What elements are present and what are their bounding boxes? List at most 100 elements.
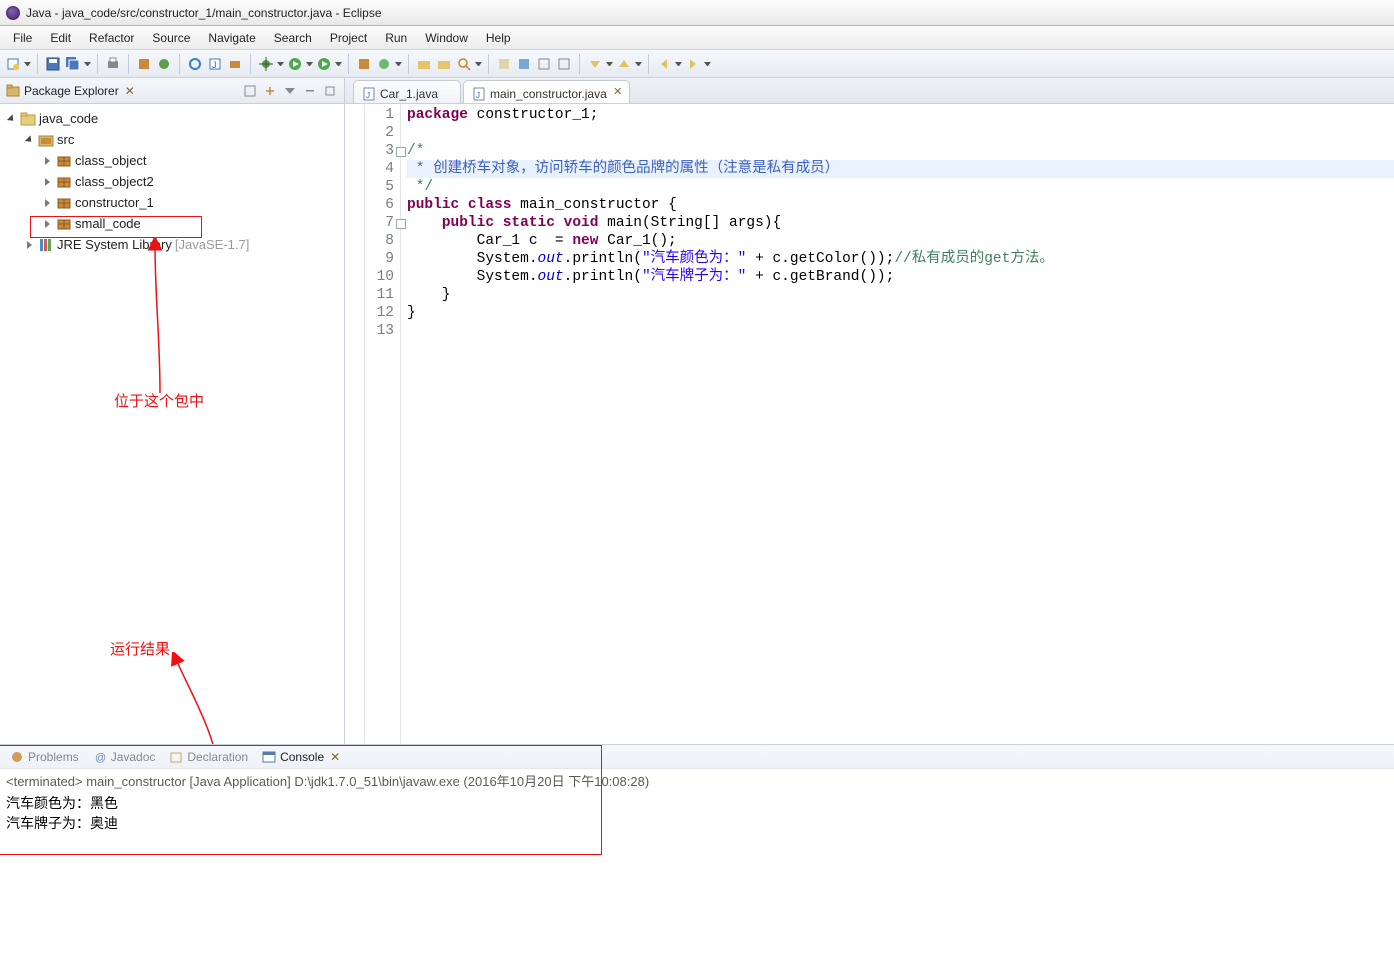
- close-icon[interactable]: ✕: [125, 84, 135, 98]
- annotation-next-button[interactable]: [495, 55, 513, 73]
- tree-label: constructor_1: [75, 195, 154, 210]
- menu-run[interactable]: Run: [376, 28, 416, 48]
- link-editor-button[interactable]: [262, 83, 278, 99]
- menu-project[interactable]: Project: [321, 28, 376, 48]
- skip-breakpoints-button[interactable]: [186, 55, 204, 73]
- console-status: <terminated> main_constructor [Java Appl…: [6, 771, 1388, 790]
- prev-annotation-button[interactable]: [615, 55, 633, 73]
- debug-button[interactable]: [257, 55, 275, 73]
- java-file-icon: J: [362, 87, 376, 101]
- tree-label: src: [57, 132, 74, 147]
- menu-search[interactable]: Search: [265, 28, 321, 48]
- tree-label: class_object2: [75, 174, 154, 189]
- search-button[interactable]: [455, 55, 473, 73]
- save-all-button[interactable]: [64, 55, 82, 73]
- chevron-down-icon[interactable]: [24, 134, 35, 145]
- svg-text:J: J: [366, 91, 370, 100]
- bottom-tabs: Problems @ Javadoc Declaration Console ✕: [0, 745, 1394, 769]
- tree-project[interactable]: java_code: [2, 108, 342, 129]
- tab-label: Car_1.java: [380, 87, 438, 101]
- window-title: Java - java_code/src/constructor_1/main_…: [26, 6, 382, 20]
- dropdown-icon[interactable]: [306, 62, 313, 66]
- tree-label: java_code: [39, 111, 98, 126]
- tree-label: class_object: [75, 153, 147, 168]
- chevron-right-icon[interactable]: [24, 239, 35, 250]
- close-icon[interactable]: ✕: [330, 750, 340, 764]
- dropdown-icon[interactable]: [606, 62, 613, 66]
- new-class-button[interactable]: [355, 55, 373, 73]
- maximize-button[interactable]: [322, 83, 338, 99]
- svg-text:@: @: [95, 752, 106, 764]
- problems-icon: [10, 750, 24, 764]
- package-icon: [56, 195, 72, 211]
- svg-text:J: J: [212, 60, 217, 70]
- dropdown-icon[interactable]: [704, 62, 711, 66]
- dropdown-icon[interactable]: [395, 62, 402, 66]
- console-output: 汽车颜色为：黑色 汽车牌子为：奥迪: [6, 793, 1388, 833]
- menu-file[interactable]: File: [4, 28, 41, 48]
- chevron-right-icon[interactable]: [42, 176, 53, 187]
- show-whitespace-button[interactable]: [555, 55, 573, 73]
- tree-package-constructor_1[interactable]: constructor_1: [2, 192, 342, 213]
- tab-label: main_constructor.java: [490, 87, 607, 101]
- chevron-right-icon[interactable]: [42, 218, 53, 229]
- menu-navigate[interactable]: Navigate: [199, 28, 264, 48]
- toggle-mark-button[interactable]: [515, 55, 533, 73]
- menu-refactor[interactable]: Refactor: [80, 28, 143, 48]
- tab-console[interactable]: Console ✕: [262, 750, 340, 764]
- menu-source[interactable]: Source: [143, 28, 199, 48]
- tab-main_constructor[interactable]: J main_constructor.java ✕: [463, 80, 630, 103]
- menu-window[interactable]: Window: [416, 28, 477, 48]
- collapse-all-button[interactable]: [242, 83, 258, 99]
- new-package-button[interactable]: [226, 55, 244, 73]
- package-icon: [56, 216, 72, 232]
- run-last-button[interactable]: [315, 55, 333, 73]
- annotation-label: 位于这个包中: [114, 390, 204, 411]
- package-icon: [56, 153, 72, 169]
- print-button[interactable]: [104, 55, 122, 73]
- dropdown-icon[interactable]: [84, 62, 91, 66]
- next-annotation-button[interactable]: [586, 55, 604, 73]
- tree-jre[interactable]: JRE System Library [JavaSE-1.7]: [2, 234, 342, 255]
- tree-package-class_object2[interactable]: class_object2: [2, 171, 342, 192]
- minimize-button[interactable]: [302, 83, 318, 99]
- new-java-button[interactable]: J: [206, 55, 224, 73]
- forward-button[interactable]: [684, 55, 702, 73]
- library-icon: [38, 237, 54, 253]
- dropdown-icon[interactable]: [675, 62, 682, 66]
- tree-package-class_object[interactable]: class_object: [2, 150, 342, 171]
- chevron-right-icon[interactable]: [42, 197, 53, 208]
- chevron-right-icon[interactable]: [42, 155, 53, 166]
- dropdown-icon[interactable]: [335, 62, 342, 66]
- back-button[interactable]: [655, 55, 673, 73]
- main-toolbar: J: [0, 50, 1394, 78]
- tab-declaration[interactable]: Declaration: [169, 750, 248, 764]
- build-button[interactable]: [135, 55, 153, 73]
- bottom-panel: Problems @ Javadoc Declaration Console ✕…: [0, 744, 1394, 954]
- menu-edit[interactable]: Edit: [41, 28, 80, 48]
- save-button[interactable]: [44, 55, 62, 73]
- open-folder-button[interactable]: [415, 55, 433, 73]
- toggle-block-button[interactable]: [535, 55, 553, 73]
- close-tab-icon[interactable]: ✕: [611, 84, 625, 98]
- new-interface-button[interactable]: [375, 55, 393, 73]
- tree-src[interactable]: src: [2, 129, 342, 150]
- tree-package-small_code[interactable]: small_code: [2, 213, 342, 234]
- tree-label: small_code: [75, 216, 141, 231]
- dropdown-icon[interactable]: [277, 62, 284, 66]
- dropdown-icon[interactable]: [475, 62, 482, 66]
- open-resource-button[interactable]: [435, 55, 453, 73]
- tab-javadoc[interactable]: @ Javadoc: [93, 750, 156, 764]
- chevron-down-icon[interactable]: [6, 113, 17, 124]
- view-menu-button[interactable]: [282, 83, 298, 99]
- window-title-bar: Java - java_code/src/constructor_1/main_…: [0, 0, 1394, 26]
- tab-car_1[interactable]: J Car_1.java: [353, 80, 461, 103]
- menu-help[interactable]: Help: [477, 28, 520, 48]
- dropdown-icon[interactable]: [24, 62, 31, 66]
- tab-problems[interactable]: Problems: [10, 750, 79, 764]
- open-type-button[interactable]: [155, 55, 173, 73]
- run-button[interactable]: [286, 55, 304, 73]
- console-body[interactable]: <terminated> main_constructor [Java Appl…: [0, 769, 1394, 835]
- dropdown-icon[interactable]: [635, 62, 642, 66]
- new-button[interactable]: [4, 55, 22, 73]
